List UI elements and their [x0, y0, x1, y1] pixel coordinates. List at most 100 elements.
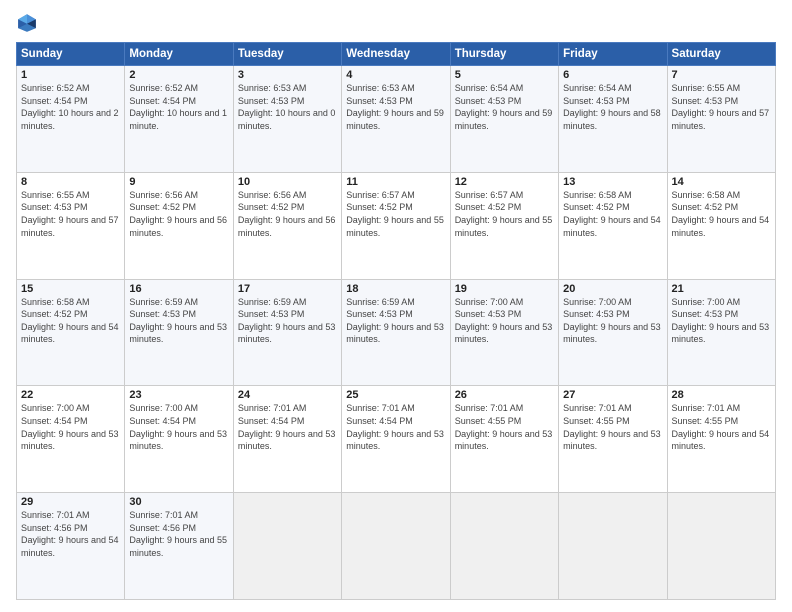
calendar-cell: 23Sunrise: 7:00 AM Sunset: 4:54 PM Dayli… — [125, 386, 233, 493]
day-detail: Sunrise: 6:59 AM Sunset: 4:53 PM Dayligh… — [238, 296, 337, 346]
weekday-header-friday: Friday — [559, 43, 667, 66]
day-number: 19 — [455, 283, 554, 295]
calendar-cell: 6Sunrise: 6:54 AM Sunset: 4:53 PM Daylig… — [559, 66, 667, 173]
day-detail: Sunrise: 6:52 AM Sunset: 4:54 PM Dayligh… — [129, 82, 228, 132]
calendar-cell: 20Sunrise: 7:00 AM Sunset: 4:53 PM Dayli… — [559, 279, 667, 386]
day-number: 22 — [21, 389, 120, 401]
day-detail: Sunrise: 7:00 AM Sunset: 4:53 PM Dayligh… — [563, 296, 662, 346]
header — [16, 12, 776, 34]
calendar-cell — [559, 493, 667, 600]
week-row-4: 22Sunrise: 7:00 AM Sunset: 4:54 PM Dayli… — [17, 386, 776, 493]
calendar-cell: 25Sunrise: 7:01 AM Sunset: 4:54 PM Dayli… — [342, 386, 450, 493]
day-number: 6 — [563, 69, 662, 81]
calendar-cell: 17Sunrise: 6:59 AM Sunset: 4:53 PM Dayli… — [233, 279, 341, 386]
calendar-cell: 30Sunrise: 7:01 AM Sunset: 4:56 PM Dayli… — [125, 493, 233, 600]
day-detail: Sunrise: 6:59 AM Sunset: 4:53 PM Dayligh… — [346, 296, 445, 346]
day-detail: Sunrise: 6:58 AM Sunset: 4:52 PM Dayligh… — [21, 296, 120, 346]
page: SundayMondayTuesdayWednesdayThursdayFrid… — [0, 0, 792, 612]
day-detail: Sunrise: 6:55 AM Sunset: 4:53 PM Dayligh… — [21, 189, 120, 239]
calendar-cell: 7Sunrise: 6:55 AM Sunset: 4:53 PM Daylig… — [667, 66, 775, 173]
day-number: 1 — [21, 69, 120, 81]
weekday-header-wednesday: Wednesday — [342, 43, 450, 66]
day-detail: Sunrise: 6:55 AM Sunset: 4:53 PM Dayligh… — [672, 82, 771, 132]
calendar-cell: 8Sunrise: 6:55 AM Sunset: 4:53 PM Daylig… — [17, 172, 125, 279]
day-number: 13 — [563, 176, 662, 188]
day-number: 30 — [129, 496, 228, 508]
day-detail: Sunrise: 6:58 AM Sunset: 4:52 PM Dayligh… — [563, 189, 662, 239]
day-number: 12 — [455, 176, 554, 188]
day-number: 23 — [129, 389, 228, 401]
day-number: 21 — [672, 283, 771, 295]
day-detail: Sunrise: 7:00 AM Sunset: 4:53 PM Dayligh… — [455, 296, 554, 346]
day-detail: Sunrise: 7:01 AM Sunset: 4:54 PM Dayligh… — [238, 402, 337, 452]
day-detail: Sunrise: 6:59 AM Sunset: 4:53 PM Dayligh… — [129, 296, 228, 346]
day-number: 7 — [672, 69, 771, 81]
day-number: 4 — [346, 69, 445, 81]
calendar-cell — [450, 493, 558, 600]
calendar-cell: 14Sunrise: 6:58 AM Sunset: 4:52 PM Dayli… — [667, 172, 775, 279]
day-number: 9 — [129, 176, 228, 188]
calendar-cell: 10Sunrise: 6:56 AM Sunset: 4:52 PM Dayli… — [233, 172, 341, 279]
calendar-cell: 4Sunrise: 6:53 AM Sunset: 4:53 PM Daylig… — [342, 66, 450, 173]
day-number: 27 — [563, 389, 662, 401]
day-detail: Sunrise: 7:01 AM Sunset: 4:55 PM Dayligh… — [455, 402, 554, 452]
day-number: 25 — [346, 389, 445, 401]
weekday-header-row: SundayMondayTuesdayWednesdayThursdayFrid… — [17, 43, 776, 66]
week-row-3: 15Sunrise: 6:58 AM Sunset: 4:52 PM Dayli… — [17, 279, 776, 386]
day-detail: Sunrise: 7:01 AM Sunset: 4:55 PM Dayligh… — [672, 402, 771, 452]
calendar-cell: 22Sunrise: 7:00 AM Sunset: 4:54 PM Dayli… — [17, 386, 125, 493]
day-detail: Sunrise: 7:00 AM Sunset: 4:54 PM Dayligh… — [129, 402, 228, 452]
weekday-header-monday: Monday — [125, 43, 233, 66]
day-detail: Sunrise: 6:53 AM Sunset: 4:53 PM Dayligh… — [238, 82, 337, 132]
day-detail: Sunrise: 6:56 AM Sunset: 4:52 PM Dayligh… — [129, 189, 228, 239]
weekday-header-sunday: Sunday — [17, 43, 125, 66]
day-detail: Sunrise: 7:00 AM Sunset: 4:54 PM Dayligh… — [21, 402, 120, 452]
calendar-table: SundayMondayTuesdayWednesdayThursdayFrid… — [16, 42, 776, 600]
day-detail: Sunrise: 7:01 AM Sunset: 4:54 PM Dayligh… — [346, 402, 445, 452]
calendar-cell: 2Sunrise: 6:52 AM Sunset: 4:54 PM Daylig… — [125, 66, 233, 173]
weekday-header-tuesday: Tuesday — [233, 43, 341, 66]
day-detail: Sunrise: 6:54 AM Sunset: 4:53 PM Dayligh… — [455, 82, 554, 132]
day-number: 2 — [129, 69, 228, 81]
day-number: 5 — [455, 69, 554, 81]
calendar-cell: 9Sunrise: 6:56 AM Sunset: 4:52 PM Daylig… — [125, 172, 233, 279]
calendar-cell: 11Sunrise: 6:57 AM Sunset: 4:52 PM Dayli… — [342, 172, 450, 279]
calendar-cell: 24Sunrise: 7:01 AM Sunset: 4:54 PM Dayli… — [233, 386, 341, 493]
calendar-cell: 1Sunrise: 6:52 AM Sunset: 4:54 PM Daylig… — [17, 66, 125, 173]
calendar-cell: 13Sunrise: 6:58 AM Sunset: 4:52 PM Dayli… — [559, 172, 667, 279]
week-row-5: 29 Sunrise: 7:01 AM Sunset: 4:56 PM Dayli… — [17, 493, 776, 600]
logo-icon — [16, 12, 38, 34]
day-detail: Sunrise: 7:01 AM Sunset: 4:56 PM Dayligh… — [129, 509, 228, 559]
calendar-cell — [233, 493, 341, 600]
day-detail: Sunrise: 6:58 AM Sunset: 4:52 PM Dayligh… — [672, 189, 771, 239]
day-detail: Sunrise: 6:53 AM Sunset: 4:53 PM Dayligh… — [346, 82, 445, 132]
day-number: 26 — [455, 389, 554, 401]
day-number: 11 — [346, 176, 445, 188]
calendar-cell: 21Sunrise: 7:00 AM Sunset: 4:53 PM Dayli… — [667, 279, 775, 386]
day-number: 14 — [672, 176, 771, 188]
day-detail: Sunrise: 6:54 AM Sunset: 4:53 PM Dayligh… — [563, 82, 662, 132]
logo — [16, 12, 42, 34]
day-number: 20 — [563, 283, 662, 295]
calendar-cell: 3Sunrise: 6:53 AM Sunset: 4:53 PM Daylig… — [233, 66, 341, 173]
calendar-cell: 19Sunrise: 7:00 AM Sunset: 4:53 PM Dayli… — [450, 279, 558, 386]
day-number: 8 — [21, 176, 120, 188]
day-detail: Sunrise: 6:57 AM Sunset: 4:52 PM Dayligh… — [455, 189, 554, 239]
calendar-cell — [667, 493, 775, 600]
calendar-cell: 28Sunrise: 7:01 AM Sunset: 4:55 PM Dayli… — [667, 386, 775, 493]
day-number: 10 — [238, 176, 337, 188]
weekday-header-thursday: Thursday — [450, 43, 558, 66]
calendar-cell: 29Sunrise: 7:01 AM Sunset: 4:56 PM Dayli… — [17, 493, 125, 600]
week-row-2: 8Sunrise: 6:55 AM Sunset: 4:53 PM Daylig… — [17, 172, 776, 279]
calendar-cell: 16Sunrise: 6:59 AM Sunset: 4:53 PM Dayli… — [125, 279, 233, 386]
calendar-cell: 15Sunrise: 6:58 AM Sunset: 4:52 PM Dayli… — [17, 279, 125, 386]
week-row-1: 1 Sunrise: 6:52 AM Sunset: 4:54 PM Daylig… — [17, 66, 776, 173]
day-detail: Sunrise: 6:56 AM Sunset: 4:52 PM Dayligh… — [238, 189, 337, 239]
day-number: 28 — [672, 389, 771, 401]
day-detail: Sunrise: 7:01 AM Sunset: 4:55 PM Dayligh… — [563, 402, 662, 452]
day-number: 29 — [21, 496, 120, 508]
calendar-cell: 26Sunrise: 7:01 AM Sunset: 4:55 PM Dayli… — [450, 386, 558, 493]
day-number: 3 — [238, 69, 337, 81]
weekday-header-saturday: Saturday — [667, 43, 775, 66]
calendar-cell: 5Sunrise: 6:54 AM Sunset: 4:53 PM Daylig… — [450, 66, 558, 173]
